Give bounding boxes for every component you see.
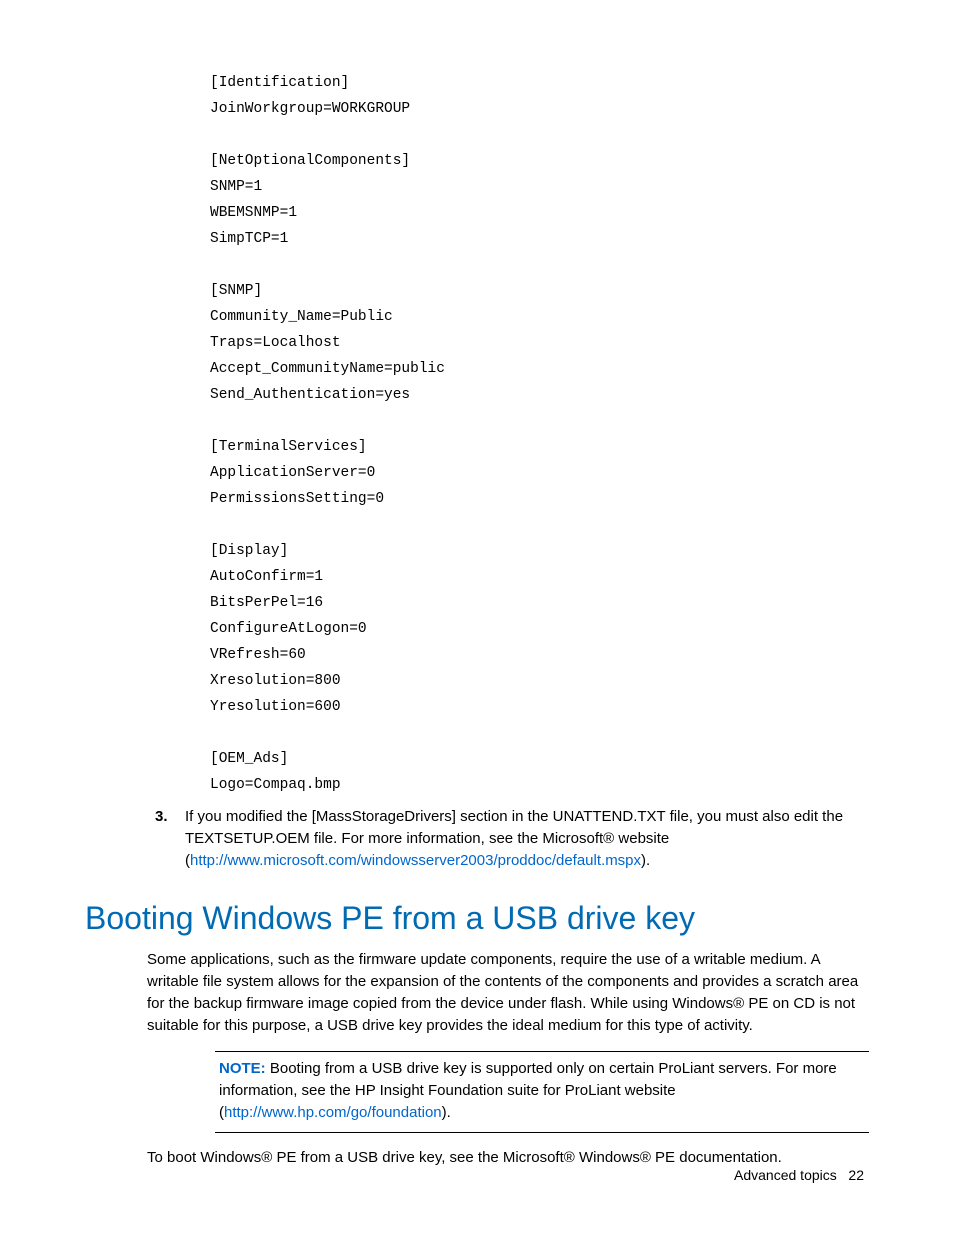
hp-foundation-link[interactable]: http://www.hp.com/go/foundation <box>224 1104 442 1121</box>
page-footer: Advanced topics 22 <box>734 1167 864 1183</box>
footer-page-number: 22 <box>848 1167 864 1183</box>
config-code-block: [Identification] JoinWorkgroup=WORKGROUP… <box>210 70 869 798</box>
note-text-b: ). <box>442 1104 451 1121</box>
step-text: If you modified the [MassStorageDrivers]… <box>185 806 869 872</box>
step-text-b: ). <box>641 852 650 869</box>
note-label: NOTE: <box>219 1060 266 1077</box>
note-box: NOTE: Booting from a USB drive key is su… <box>215 1051 869 1133</box>
intro-paragraph: Some applications, such as the firmware … <box>147 949 869 1037</box>
document-page: [Identification] JoinWorkgroup=WORKGROUP… <box>0 0 954 1235</box>
step-number: 3. <box>155 806 185 828</box>
section-heading: Booting Windows PE from a USB drive key <box>85 900 869 937</box>
step-3: 3. If you modified the [MassStorageDrive… <box>155 806 869 872</box>
microsoft-link[interactable]: http://www.microsoft.com/windowsserver20… <box>190 852 641 869</box>
footer-section: Advanced topics <box>734 1167 837 1183</box>
closing-paragraph: To boot Windows® PE from a USB drive key… <box>147 1147 869 1169</box>
